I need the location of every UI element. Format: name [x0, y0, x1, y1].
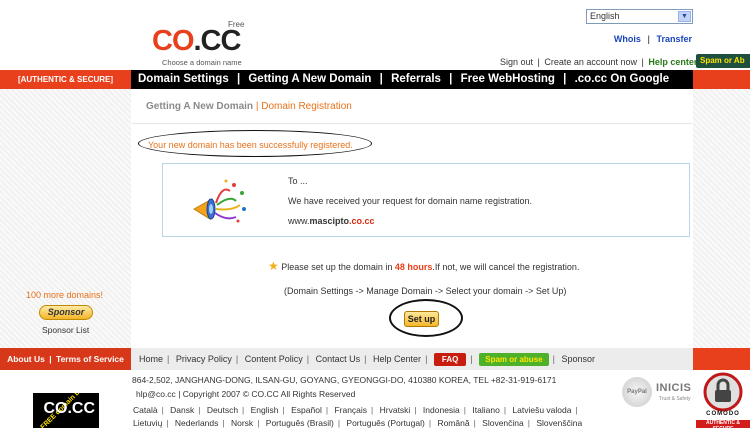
breadcrumb-current: Domain Registration	[261, 101, 352, 112]
sign-out-link[interactable]: Sign out	[500, 57, 533, 67]
chevron-down-icon[interactable]: ▼	[678, 11, 691, 22]
language-selected-value: English	[590, 11, 620, 21]
footer-links: Home | Privacy Policy | Content Policy | Co…	[139, 353, 595, 366]
footer-help-center-link[interactable]: Help Center	[373, 354, 421, 364]
lang-link[interactable]: Português (Brasil)	[266, 418, 334, 428]
page-root: Free CO.CC Choose a domain name English …	[0, 0, 750, 428]
lock-icon	[703, 372, 743, 412]
authentic-secure-label: [AUTHENTIC & SECURE]	[0, 70, 131, 89]
about-us-link[interactable]: About Us	[7, 354, 45, 364]
hand-drawn-circle	[389, 299, 463, 337]
email-link[interactable]: hlp@co.cc	[136, 389, 176, 399]
footer-copyright: hlp@co.cc | Copyright 2007 © CO.CC All R…	[136, 389, 356, 399]
lang-link[interactable]: Lietuvių	[133, 418, 162, 428]
footer-right-block	[693, 348, 750, 370]
transfer-link[interactable]: Transfer	[656, 34, 692, 44]
language-links-row1: Català | Dansk | Deutsch | English | Español…	[133, 405, 578, 415]
lang-link[interactable]: Indonesia	[423, 405, 460, 415]
lang-link[interactable]: Norsk	[231, 418, 253, 428]
hours-highlight: 48 hours	[394, 262, 433, 272]
language-select[interactable]: English ▼	[586, 9, 693, 24]
footer-left-links: About Us | Terms of Service	[0, 348, 131, 370]
comodo-seal[interactable]: COMODO AUTHENTIC & SECURE	[696, 370, 750, 428]
lang-link[interactable]: Latviešu valoda	[512, 405, 571, 415]
lang-link[interactable]: English	[251, 405, 279, 415]
banner-logo: CO.CC	[43, 400, 95, 417]
comodo-label: COMODO	[706, 411, 740, 417]
lang-link[interactable]: Dansk	[170, 405, 194, 415]
footer-sponsor-link[interactable]: Sponsor	[561, 354, 595, 364]
lang-link[interactable]: Română	[437, 418, 469, 428]
help-center-link[interactable]: Help center	[648, 57, 697, 67]
nav-free-webhosting[interactable]: Free WebHosting	[461, 73, 555, 85]
footer-privacy-link[interactable]: Privacy Policy	[176, 354, 232, 364]
separator: |	[647, 34, 650, 44]
footer-home-link[interactable]: Home	[139, 354, 163, 364]
terms-link[interactable]: Terms of Service	[56, 354, 124, 364]
logo-tagline: Choose a domain name	[162, 58, 242, 67]
spam-abuse-button[interactable]: Spam or abuse	[479, 353, 549, 366]
card-to: To ...	[288, 176, 308, 186]
right-sidebar-bg	[693, 88, 750, 348]
sponsor-button[interactable]: Sponsor	[39, 305, 93, 320]
breadcrumb: Getting A New Domain | Domain Registrati…	[146, 101, 352, 112]
lang-link[interactable]: Hrvatski	[380, 405, 411, 415]
lang-link[interactable]: Català	[133, 405, 158, 415]
footer-contact-link[interactable]: Contact Us	[316, 354, 361, 364]
language-links-row2: Lietuvių | Nederlands | Norsk | Português (…	[133, 418, 583, 428]
star-icon: ★	[268, 259, 279, 273]
comodo-sub-label: AUTHENTIC & SECURE	[696, 420, 750, 428]
nav-coc-on-google[interactable]: .co.cc On Google	[575, 73, 670, 85]
lang-link[interactable]: Português (Portugal)	[346, 418, 424, 428]
main-nav: Domain Settings | Getting A New Domain |…	[138, 73, 670, 85]
more-domains-link[interactable]: 100 more domains!	[26, 290, 103, 300]
footer-address: 864-2,502, JANGHANG-DONG, ILSAN-GU, GOYA…	[132, 375, 557, 385]
inicis-badge[interactable]: INICIS	[656, 382, 691, 394]
logo-text: CO.CC	[152, 25, 241, 57]
breadcrumb-parent[interactable]: Getting A New Domain	[146, 101, 253, 112]
top-links: Whois | Transfer	[614, 34, 692, 44]
logo[interactable]: Free CO.CC Choose a domain name	[152, 20, 262, 70]
faq-button[interactable]: FAQ	[433, 353, 467, 366]
create-account-link[interactable]: Create an account now	[544, 57, 637, 67]
navbar-right-block	[693, 70, 750, 89]
lang-link[interactable]: Italiano	[472, 405, 499, 415]
divider	[132, 123, 692, 124]
lang-link[interactable]: Deutsch	[207, 405, 238, 415]
spam-badge[interactable]: Spam or Ab	[696, 54, 750, 68]
lang-link[interactable]: Nederlands	[175, 418, 218, 428]
lang-link[interactable]: Slovenčina	[482, 418, 524, 428]
lang-link[interactable]: Français	[334, 405, 367, 415]
setup-instruction: ★ Please set up the domain in 48 hours.I…	[268, 259, 580, 273]
free-domain-banner[interactable]: FREE domain DNS CO.CC	[33, 393, 99, 428]
whois-link[interactable]: Whois	[614, 34, 641, 44]
card-domain: www.mascipto.co.cc	[288, 216, 375, 226]
party-popper-icon	[190, 175, 250, 225]
setup-path-hint: (Domain Settings -> Manage Domain -> Sel…	[284, 286, 567, 296]
nav-domain-settings[interactable]: Domain Settings	[138, 73, 229, 85]
inicis-badge-sub: Trust & Safety	[659, 396, 691, 402]
footer-content-policy-link[interactable]: Content Policy	[245, 354, 303, 364]
lang-link[interactable]: Español	[291, 405, 322, 415]
paypal-badge[interactable]: PayPal	[622, 377, 652, 407]
nav-new-domain[interactable]: Getting A New Domain	[248, 73, 371, 85]
sponsor-list-link[interactable]: Sponsor List	[42, 325, 89, 335]
card-received-text: We have received your request for domain…	[288, 196, 532, 206]
hand-drawn-ellipse	[138, 130, 372, 157]
lang-link[interactable]: Slovenščina	[536, 418, 582, 428]
account-links: Sign out | Create an account now | Help …	[500, 57, 698, 67]
nav-referrals[interactable]: Referrals	[391, 73, 441, 85]
